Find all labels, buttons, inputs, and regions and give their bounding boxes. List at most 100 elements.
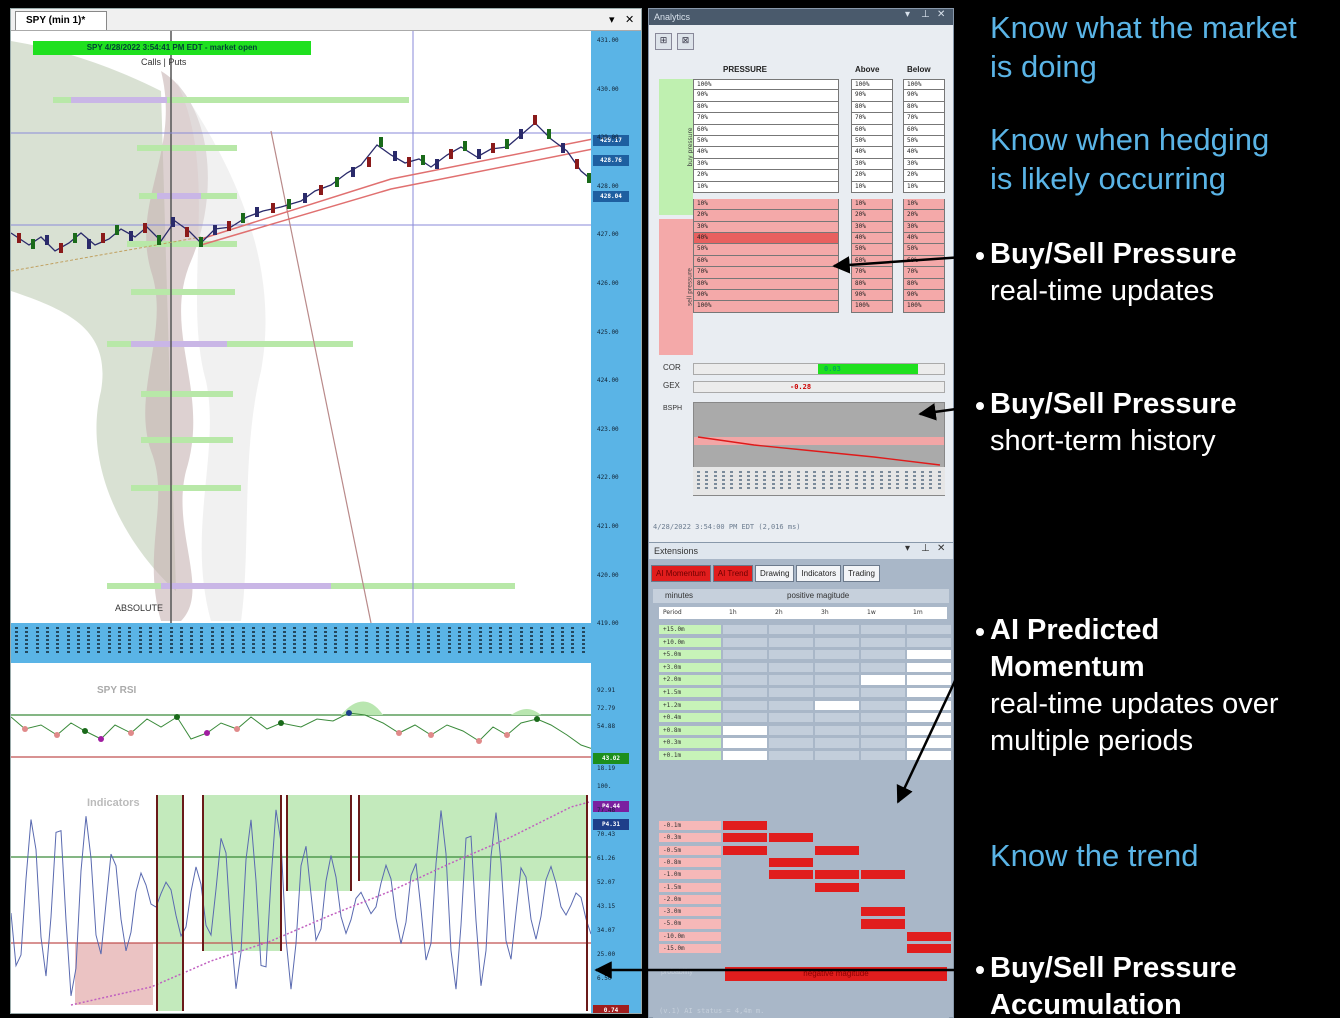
rsi-dot xyxy=(234,726,240,732)
dropdown-icon[interactable]: ▾ xyxy=(905,543,910,554)
history-tick-mark xyxy=(746,471,750,491)
candle xyxy=(287,199,291,209)
chart-tab[interactable]: SPY (min 1)* xyxy=(15,11,107,30)
pin-icon[interactable]: ⊥ xyxy=(921,543,930,554)
rsi-tag: 43.02 xyxy=(593,753,629,764)
momentum-cell xyxy=(769,662,813,672)
close-icon[interactable]: ✕ xyxy=(625,13,634,26)
candle xyxy=(575,159,579,169)
history-tick-mark xyxy=(705,471,709,491)
toolbar-button-b[interactable]: ⊠ xyxy=(677,33,694,50)
momentum-cell xyxy=(861,870,905,880)
toolbar-button-a[interactable]: ⊞ xyxy=(655,33,672,50)
rsi-tick: 92.91 xyxy=(597,687,616,694)
period-header-row xyxy=(659,607,947,619)
price-axis[interactable]: 429.17 428.76 428.04 43.02 P4.44 P4.31 0… xyxy=(591,31,641,1013)
pressure-cell: 30% xyxy=(903,221,945,234)
cor-label: COR xyxy=(663,363,681,372)
candle xyxy=(31,239,35,249)
momentum-cell xyxy=(861,821,905,831)
momentum-row-positive: +10.0m xyxy=(659,637,721,647)
ind-tick: 52.07 xyxy=(597,879,616,886)
momentum-cell xyxy=(861,845,905,855)
pressure-cell: 80% xyxy=(851,101,893,114)
pressure-cell: 20% xyxy=(903,210,945,222)
tab-ai-momentum[interactable]: AI Momentum xyxy=(651,565,711,582)
period-col-1: 1h xyxy=(729,609,737,616)
ind-green-fill xyxy=(157,795,587,1011)
tab-drawing[interactable]: Drawing xyxy=(755,565,795,582)
candle xyxy=(73,233,77,243)
gex-value: -0.28 xyxy=(790,383,812,391)
candle xyxy=(561,143,565,153)
indicators-pane[interactable] xyxy=(11,791,593,1011)
candle xyxy=(143,223,147,233)
momentum-cell xyxy=(907,882,951,892)
momentum-row-positive: +1.2m xyxy=(659,700,721,710)
time-tick-mark xyxy=(303,627,307,653)
pin-icon[interactable]: ⊥ xyxy=(921,9,930,20)
positive-magnitude-label: positive magitude xyxy=(787,591,850,600)
history-tick-mark xyxy=(713,471,717,491)
time-tick-mark xyxy=(66,627,70,653)
annotation-pressure-history: Buy/Sell Pressure short-term history xyxy=(990,386,1237,460)
momentum-cell xyxy=(723,857,767,868)
momentum-cell xyxy=(723,738,767,748)
time-tick-mark xyxy=(530,627,533,653)
momentum-cell xyxy=(815,662,859,672)
time-tick-mark xyxy=(159,627,163,653)
diagonal-trendline xyxy=(270,130,372,623)
pressure-cell: 90% xyxy=(693,290,839,302)
momentum-cell xyxy=(861,738,905,748)
dropdown-icon[interactable]: ▾ xyxy=(905,9,910,20)
momentum-cell xyxy=(861,662,905,672)
history-tick-mark xyxy=(697,471,700,491)
annotation-ai-head-2: Momentum xyxy=(990,651,1145,683)
history-tick-mark xyxy=(904,471,908,491)
ind-tick: 43.15 xyxy=(597,903,616,910)
price-tick: 422.00 xyxy=(597,474,619,482)
tab-indicators[interactable]: Indicators xyxy=(796,565,842,582)
momentum-cell xyxy=(907,919,951,929)
arrow-dot-1 xyxy=(974,250,986,262)
momentum-cell xyxy=(861,637,905,647)
time-tick-mark xyxy=(406,627,410,653)
time-tick-mark xyxy=(324,627,327,653)
time-tick-mark xyxy=(221,627,224,653)
annotation-ai-sub-2: multiple periods xyxy=(990,725,1194,757)
candle xyxy=(435,159,439,169)
price-tick: 424.00 xyxy=(597,377,619,385)
candle xyxy=(505,139,509,149)
time-tick-mark xyxy=(581,627,585,653)
history-tick-mark xyxy=(788,471,792,491)
dropdown-icon[interactable]: ▾ xyxy=(609,13,615,26)
momentum-cell xyxy=(815,857,859,868)
absolute-label: ABSOLUTE xyxy=(115,603,164,613)
pressure-cell: 20% xyxy=(693,170,839,182)
close-icon[interactable]: ✕ xyxy=(937,543,945,554)
annotation-ai-head-1: AI Predicted xyxy=(990,614,1160,646)
momentum-cell xyxy=(861,894,905,904)
arrow-dot-2 xyxy=(974,400,986,412)
pressure-cell: 20% xyxy=(693,210,839,222)
pressure-cell: 30% xyxy=(693,221,839,234)
tab-ai-trend[interactable]: AI Trend xyxy=(712,565,754,582)
annotation-accumulation: Buy/Sell Pressure Accumulation xyxy=(990,950,1237,1018)
pressure-cell: 100% xyxy=(693,301,839,313)
rsi-dot xyxy=(82,728,88,734)
candle xyxy=(303,193,307,203)
momentum-cell xyxy=(907,713,951,723)
time-tick-mark xyxy=(231,627,235,653)
momentum-cell xyxy=(769,821,813,831)
time-tick-mark xyxy=(25,627,29,653)
extensions-title: Extensions xyxy=(654,546,699,556)
momentum-cell xyxy=(723,882,767,892)
ind-tick: 100. xyxy=(597,783,612,790)
candle xyxy=(407,157,411,167)
price-chart[interactable] xyxy=(11,31,593,623)
candle xyxy=(319,185,323,195)
history-tick-mark xyxy=(937,471,941,491)
close-icon[interactable]: ✕ xyxy=(937,9,945,20)
tab-trading[interactable]: Trading xyxy=(843,565,880,582)
candle xyxy=(227,221,231,231)
